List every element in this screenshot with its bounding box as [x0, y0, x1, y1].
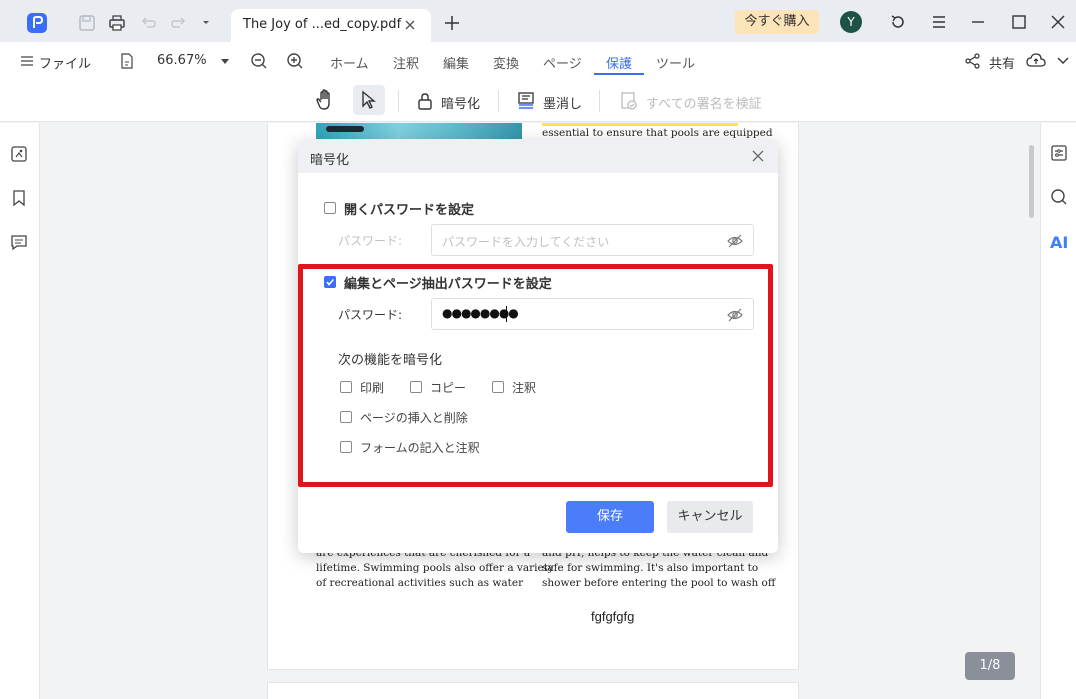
- print-checkbox[interactable]: [340, 381, 352, 393]
- page-text-line: lifetime. Swimming pools also offer a va…: [316, 562, 554, 574]
- buy-now-button[interactable]: 今すぐ購入: [735, 10, 819, 34]
- protect-toolbar: 暗号化 墨消し すべての署名を検証: [0, 82, 1076, 122]
- edit-password-field[interactable]: ●●●●●●●●: [431, 298, 754, 330]
- hand-icon[interactable]: [314, 88, 338, 112]
- copy-checkbox[interactable]: [410, 381, 422, 393]
- toolbar-divider: [498, 90, 499, 112]
- cancel-button[interactable]: キャンセル: [667, 501, 753, 533]
- encrypt-dialog: 暗号化 開くパスワードを設定 パスワード: パスワードを入力してください 編集と…: [298, 140, 778, 553]
- page-indicator[interactable]: 1/8: [965, 652, 1015, 680]
- dialog-title: 暗号化: [310, 153, 350, 168]
- page-text-line: essential to ensure that pools are equip…: [542, 127, 773, 139]
- page-insert-delete-label: ページの挿入と削除: [360, 411, 468, 425]
- signature-verify-icon[interactable]: [620, 92, 638, 110]
- encrypt-button[interactable]: 暗号化: [441, 93, 480, 112]
- print-icon[interactable]: [108, 14, 126, 32]
- thumbnail-icon[interactable]: [10, 145, 28, 163]
- open-password-field[interactable]: パスワードを入力してください: [431, 224, 754, 256]
- plus-icon[interactable]: [444, 15, 460, 31]
- maximize-icon[interactable]: [1010, 13, 1028, 31]
- verify-signatures-button[interactable]: すべての署名を検証: [646, 93, 762, 112]
- window-close-icon[interactable]: [1049, 13, 1067, 31]
- open-password-placeholder: パスワードを入力してください: [442, 235, 610, 249]
- open-password-field-label: パスワード:: [338, 234, 403, 248]
- dialog-header: 暗号化: [298, 140, 778, 173]
- edit-password-field-label: パスワード:: [338, 308, 403, 322]
- chevron-down-icon[interactable]: [201, 19, 211, 27]
- hamburger-icon[interactable]: [930, 13, 948, 31]
- page-insert-delete-checkbox[interactable]: [340, 411, 352, 423]
- copy-option-label: コピー: [430, 381, 467, 395]
- undo-icon[interactable]: [139, 14, 157, 32]
- tab-title: The Joy of ...ed_copy.pdf: [243, 17, 402, 32]
- vertical-scrollbar[interactable]: [1029, 145, 1034, 218]
- properties-icon[interactable]: [1050, 144, 1068, 162]
- tab-protect[interactable]: 保護: [606, 53, 632, 72]
- lock-icon[interactable]: [416, 92, 434, 110]
- form-fill-checkbox[interactable]: [340, 441, 352, 453]
- annotate-option-label: 注釈: [512, 381, 537, 395]
- tab-tools[interactable]: ツール: [656, 53, 695, 72]
- right-sidebar: AI: [1040, 123, 1076, 699]
- toolbar-divider: [599, 90, 600, 112]
- chevron-down-icon[interactable]: [221, 59, 229, 65]
- edit-password-label: 編集とページ抽出パスワードを設定: [344, 277, 552, 292]
- page-text-line: of recreational activities such as water: [316, 577, 524, 589]
- avatar[interactable]: Y: [840, 11, 862, 33]
- menu-bar: ファイル 66.67% ホーム 注釈 編集 変換 ページ 保護 ツール 共有: [0, 42, 1076, 82]
- sync-icon[interactable]: [889, 13, 907, 31]
- zoom-level[interactable]: 66.67%: [157, 53, 207, 68]
- page-image-detail: [326, 126, 364, 132]
- redact-button[interactable]: 墨消し: [543, 93, 582, 112]
- text-caret: [506, 306, 507, 322]
- annotate-checkbox[interactable]: [492, 381, 504, 393]
- share-button[interactable]: 共有: [989, 53, 1015, 72]
- cloud-upload-icon[interactable]: [1026, 53, 1046, 69]
- pdf-page-next: [267, 682, 799, 699]
- tab-annotate[interactable]: 注釈: [393, 53, 419, 72]
- form-fill-label: フォームの記入と注釈: [360, 441, 480, 455]
- save-icon[interactable]: [78, 14, 96, 32]
- chevron-down-icon[interactable]: [1057, 57, 1069, 65]
- print-option-label: 印刷: [360, 381, 385, 395]
- tab-page[interactable]: ページ: [543, 53, 582, 72]
- tab-home[interactable]: ホーム: [330, 53, 369, 72]
- cursor-icon[interactable]: [360, 90, 378, 110]
- document-tab[interactable]: The Joy of ...ed_copy.pdf: [231, 9, 431, 42]
- save-button[interactable]: 保存: [566, 501, 654, 533]
- active-tab-indicator: [594, 73, 644, 75]
- eye-off-icon[interactable]: [727, 307, 743, 323]
- file-menu[interactable]: ファイル: [39, 53, 91, 72]
- minimize-icon[interactable]: [969, 13, 987, 31]
- file-menu-icon[interactable]: [20, 55, 34, 67]
- close-icon[interactable]: [750, 148, 766, 164]
- app-logo-icon: [27, 13, 47, 33]
- page-text-line: fgfgfgfg: [591, 609, 635, 624]
- share-icon[interactable]: [965, 53, 981, 69]
- text-highlight: [542, 123, 738, 126]
- edit-password-checkbox[interactable]: [324, 276, 336, 288]
- tab-convert[interactable]: 変換: [493, 53, 519, 72]
- toolbar-divider: [398, 90, 399, 112]
- title-bar: The Joy of ...ed_copy.pdf 今すぐ購入 Y: [0, 0, 1076, 42]
- comment-icon[interactable]: [10, 233, 28, 251]
- page-text-line: shower before entering the pool to wash …: [542, 577, 776, 589]
- bookmark-icon[interactable]: [10, 189, 28, 207]
- page-text-line: safe for swimming. It's also important t…: [542, 562, 759, 574]
- page-fit-icon[interactable]: [120, 53, 134, 69]
- search-icon[interactable]: [1050, 188, 1068, 206]
- redact-icon[interactable]: [517, 92, 535, 110]
- zoom-in-icon[interactable]: [286, 52, 304, 70]
- close-icon[interactable]: [403, 18, 417, 32]
- left-sidebar: [0, 123, 40, 699]
- restrict-section-label: 次の機能を暗号化: [338, 353, 443, 368]
- tab-edit[interactable]: 編集: [443, 53, 469, 72]
- open-password-checkbox[interactable]: [324, 202, 336, 214]
- ai-assistant-button[interactable]: AI: [1050, 233, 1068, 252]
- open-password-label: 開くパスワードを設定: [344, 203, 475, 218]
- redo-icon[interactable]: [170, 14, 188, 32]
- zoom-out-icon[interactable]: [250, 52, 268, 70]
- eye-off-icon[interactable]: [727, 233, 743, 249]
